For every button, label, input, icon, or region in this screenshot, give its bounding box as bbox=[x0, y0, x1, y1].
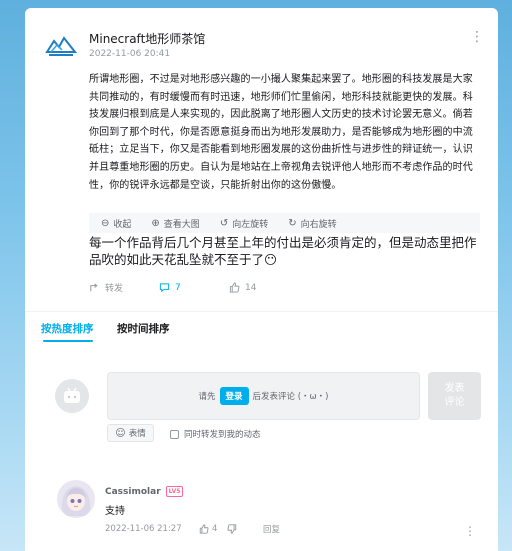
tv-mascot-icon bbox=[64, 387, 80, 403]
like-button[interactable]: 14 bbox=[229, 281, 256, 294]
comment-text: 支持 bbox=[105, 506, 125, 517]
forward-button[interactable]: 转发 bbox=[89, 281, 159, 294]
submit-comment-button[interactable]: 发表 评论 bbox=[428, 372, 481, 420]
rotate-right-button[interactable]: ↻ 向右旋转 bbox=[288, 217, 336, 230]
post-text: 所谓地形圈，不过是对地形感兴趣的一小撮人聚集起来罢了。地形圈的科技发展是大家共同… bbox=[89, 74, 473, 191]
collapse-icon: ⊖ bbox=[101, 217, 110, 229]
tab-sort-by-hot[interactable]: 按热度排序 bbox=[41, 321, 94, 336]
rotate-left-button[interactable]: ↺ 向左旋转 bbox=[220, 217, 268, 230]
sync-forward-checkbox[interactable]: 同时转发到我的动态 bbox=[170, 428, 261, 440]
dynamic-card: Minecraft地形师茶馆 2022-11-06 20:41 ⋮ 所谓地形圈，… bbox=[25, 8, 498, 551]
emoji-icon: ☺ bbox=[115, 427, 126, 439]
mountain-logo-icon[interactable] bbox=[45, 34, 78, 58]
image-toolbar: ⊖ 收起 ⊕ 查看大图 ↺ 向左旋转 ↻ 向右旋转 bbox=[89, 213, 480, 233]
comment-username[interactable]: Cassimolar bbox=[105, 487, 161, 497]
current-user-avatar bbox=[55, 379, 89, 413]
comment-more-icon[interactable]: ⋮ bbox=[464, 525, 476, 537]
more-options-icon[interactable]: ⋮ bbox=[470, 30, 484, 44]
comment-time: 2022-11-06 21:27 bbox=[105, 524, 182, 534]
view-large-button[interactable]: ⊕ 查看大图 bbox=[151, 217, 199, 230]
avatar[interactable] bbox=[57, 480, 95, 518]
post-image-text[interactable]: 每一个作品背后几个月甚至上年的付出是必须肯定的，但是动态里把作品吹的如此天花乱坠… bbox=[89, 235, 481, 268]
rotate-right-icon: ↻ bbox=[288, 217, 297, 229]
comment-meta: 2022-11-06 21:27 4 回复 bbox=[105, 523, 280, 535]
author-name[interactable]: Minecraft地形师茶馆 bbox=[89, 30, 205, 47]
comment-icon bbox=[159, 283, 170, 293]
checkbox-icon[interactable] bbox=[170, 429, 179, 439]
login-button[interactable]: 登录 bbox=[219, 387, 249, 405]
thumbs-down-icon bbox=[227, 524, 237, 534]
comment-button[interactable]: 7 bbox=[159, 281, 229, 294]
publish-time: 2022-11-06 20:41 bbox=[89, 49, 171, 59]
comment-like-button[interactable]: 4 bbox=[199, 524, 227, 534]
collapse-button[interactable]: ⊖ 收起 bbox=[101, 217, 131, 230]
comment-dislike-button[interactable] bbox=[227, 524, 263, 534]
level-badge: LV5 bbox=[165, 486, 184, 497]
reply-button[interactable]: 回复 bbox=[263, 523, 280, 535]
forward-icon bbox=[90, 283, 98, 292]
emoji-button[interactable]: ☺ 表情 bbox=[107, 424, 154, 442]
post-actions: 转发 7 14 bbox=[89, 281, 256, 294]
thumbs-up-icon bbox=[199, 524, 209, 534]
active-tab-indicator bbox=[43, 340, 93, 342]
rotate-left-icon: ↺ bbox=[219, 217, 229, 229]
comment-input[interactable]: 请先 登录 后发表评论 (・ω・) bbox=[107, 372, 420, 420]
thumbs-up-icon bbox=[229, 282, 240, 293]
zoom-icon: ⊕ bbox=[151, 217, 160, 229]
tab-sort-by-time[interactable]: 按时间排序 bbox=[117, 321, 170, 336]
comment-user: Cassimolar LV5 bbox=[105, 486, 184, 497]
divider bbox=[25, 311, 498, 312]
